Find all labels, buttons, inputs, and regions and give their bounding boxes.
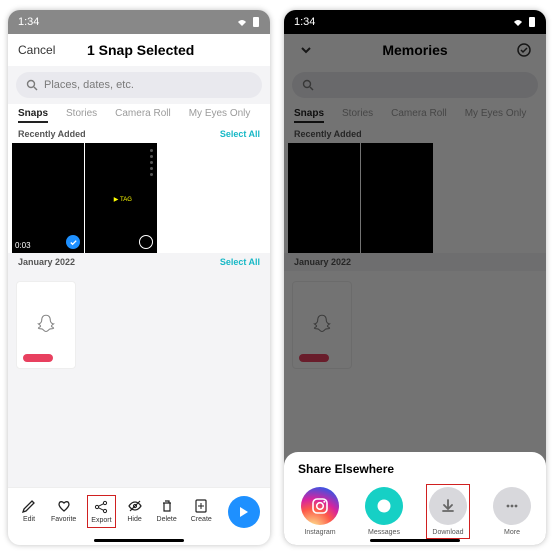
gesture-bar[interactable] [8, 535, 270, 545]
share-sheet: Share Elsewhere Instagram Messages Downl… [284, 452, 546, 545]
battery-icon [252, 16, 260, 28]
wifi-icon [512, 17, 524, 27]
search-icon [302, 79, 314, 91]
snap-tag-icon: ▶ TAG [114, 196, 132, 203]
status-icons [236, 16, 260, 28]
section-recently-added: Recently Added [284, 125, 546, 143]
share-download[interactable]: Download [426, 484, 470, 539]
tab-camera-roll[interactable]: Camera Roll [391, 108, 447, 123]
check-circle-icon[interactable] [516, 42, 532, 58]
status-time: 1:34 [294, 16, 315, 28]
search-input[interactable] [292, 72, 538, 98]
vertical-dots-icon [150, 149, 153, 176]
plus-page-icon [193, 498, 209, 514]
share-instagram[interactable]: Instagram [298, 484, 342, 539]
search-placeholder: Places, dates, etc. [44, 79, 134, 91]
search-input[interactable]: Places, dates, etc. [16, 72, 262, 98]
heart-icon [56, 498, 72, 514]
snap-duration: 0:03 [15, 241, 31, 250]
toolbar: Edit Favorite Export Hide Delete Create [8, 487, 270, 535]
tab-my-eyes-only[interactable]: My Eyes Only [465, 108, 527, 123]
tab-camera-roll[interactable]: Camera Roll [115, 108, 171, 123]
instagram-icon [301, 487, 339, 525]
statusbar: 1:34 [284, 10, 546, 34]
tabs: Snaps Stories Camera Roll My Eyes Only [8, 104, 270, 125]
unselected-ring-icon [139, 235, 153, 249]
eye-off-icon [127, 498, 143, 514]
selection-title: 1 Snap Selected [87, 42, 194, 58]
tab-snaps[interactable]: Snaps [294, 108, 324, 123]
tab-my-eyes-only[interactable]: My Eyes Only [189, 108, 251, 123]
thumbnail-row [284, 143, 546, 253]
statusbar: 1:34 [8, 10, 270, 34]
delete-button[interactable]: Delete [154, 495, 180, 528]
section-january: January 2022 Select All [8, 253, 270, 271]
wifi-icon [236, 17, 248, 27]
memories-title: Memories [382, 42, 447, 58]
select-all-button[interactable]: Select All [220, 129, 260, 139]
send-button[interactable] [228, 496, 260, 528]
section-label: January 2022 [18, 257, 75, 267]
create-button[interactable]: Create [188, 495, 215, 528]
snap-thumbnail[interactable] [292, 281, 352, 369]
status-icons [512, 16, 536, 28]
share-icon [93, 499, 109, 515]
snap-thumbnail[interactable]: 0:03 [12, 143, 84, 253]
thumbnail-row: 0:03 ▶ TAG [8, 143, 270, 253]
story-pill-icon [299, 354, 329, 362]
tab-stories[interactable]: Stories [66, 108, 97, 123]
section-january: January 2022 [284, 253, 546, 271]
share-more[interactable]: More [490, 484, 534, 539]
tab-stories[interactable]: Stories [342, 108, 373, 123]
phone-left: 1:34 Cancel 1 Snap Selected Places, date… [8, 10, 270, 545]
chevron-down-icon[interactable] [298, 42, 314, 58]
send-arrow-icon [236, 504, 252, 520]
more-icon [493, 487, 531, 525]
snap-thumbnail[interactable]: ▶ TAG [85, 143, 157, 253]
ghost-icon [33, 312, 59, 338]
search-icon [26, 79, 38, 91]
snap-thumbnail[interactable] [361, 143, 433, 253]
memories-header: Memories [284, 34, 546, 66]
share-messages[interactable]: Messages [362, 484, 406, 539]
section-recently-added: Recently Added Select All [8, 125, 270, 143]
ghost-icon [309, 312, 335, 338]
phone-right: 1:34 Memories Snaps Stories Camera Roll … [284, 10, 546, 545]
edit-button[interactable]: Edit [18, 495, 40, 528]
status-time: 1:34 [18, 16, 39, 28]
snap-thumbnail[interactable] [16, 281, 76, 369]
snap-thumbnail[interactable] [288, 143, 360, 253]
cancel-button[interactable]: Cancel [18, 43, 55, 57]
hide-button[interactable]: Hide [124, 495, 146, 528]
messages-icon [365, 487, 403, 525]
pencil-icon [21, 498, 37, 514]
tab-snaps[interactable]: Snaps [18, 108, 48, 123]
download-icon [429, 487, 467, 525]
content-area [8, 379, 270, 487]
story-pill-icon [23, 354, 53, 362]
select-all-button[interactable]: Select All [220, 257, 260, 267]
tabs: Snaps Stories Camera Roll My Eyes Only [284, 104, 546, 125]
selected-check-icon [66, 235, 80, 249]
battery-icon [528, 16, 536, 28]
favorite-button[interactable]: Favorite [48, 495, 79, 528]
section-label: Recently Added [18, 129, 86, 139]
export-button[interactable]: Export [87, 495, 115, 528]
selection-header: Cancel 1 Snap Selected [8, 34, 270, 66]
trash-icon [159, 498, 175, 514]
gesture-bar[interactable] [284, 535, 546, 545]
share-title: Share Elsewhere [298, 462, 532, 476]
